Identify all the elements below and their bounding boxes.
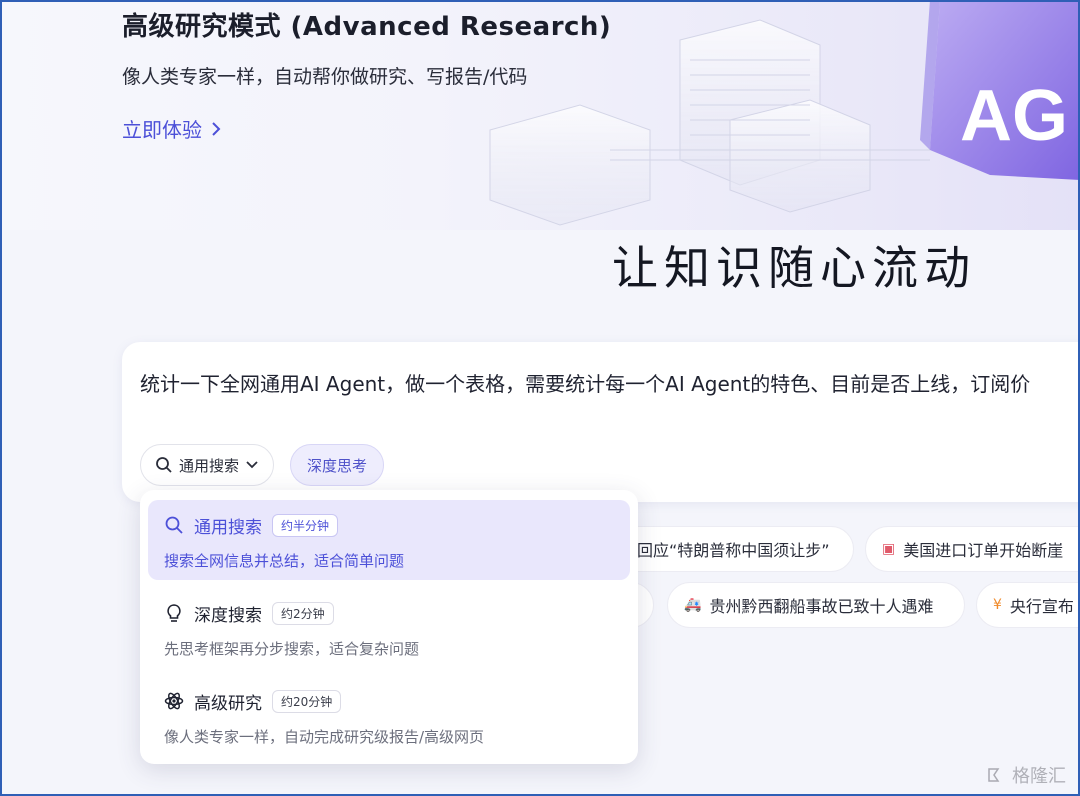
chevron-right-icon — [212, 121, 221, 136]
option-advanced-research[interactable]: 高级研究 约20分钟 像人类专家一样，自动完成研究级报告/高级网页 — [148, 676, 630, 756]
option-time-badge: 约20分钟 — [272, 689, 342, 713]
deep-thinking-button[interactable]: 深度思考 — [290, 444, 385, 486]
option-time-badge: 约半分钟 — [272, 513, 339, 537]
money-icon: ¥ — [993, 597, 1002, 613]
trending-chip[interactable]: ¥ 央行宣布 — [976, 582, 1080, 628]
search-mode-dropdown: 通用搜索 约半分钟 搜索全网信息并总结，适合简单问题 深度搜索 约2分钟 先思考… — [140, 490, 638, 764]
page-title: 让知识随心流动 — [612, 241, 976, 295]
try-now-label: 立即体验 — [122, 118, 202, 142]
search-mode-label: 通用搜索 — [179, 456, 240, 475]
search-icon — [164, 515, 184, 535]
option-name: 通用搜索 — [194, 517, 262, 538]
trending-chip[interactable]: 🚑 贵州黔西翻船事故已致十人遇难 — [667, 582, 965, 628]
hero-art-text: AG — [960, 76, 1068, 156]
try-now-link[interactable]: 立即体验 — [122, 114, 222, 143]
chevron-down-icon — [246, 461, 258, 469]
news-icon: ▣ — [882, 541, 896, 557]
lightbulb-icon — [164, 603, 184, 623]
hero-title: 高级研究模式 (Advanced Research) — [122, 12, 612, 42]
option-name: 高级研究 — [194, 693, 262, 714]
query-input[interactable]: 统计一下全网通用AI Agent，做一个表格，需要统计每一个AI Agent的特… — [140, 368, 1080, 397]
query-card: 统计一下全网通用AI Agent，做一个表格，需要统计每一个AI Agent的特… — [122, 342, 1080, 502]
ambulance-icon: 🚑 — [684, 597, 702, 613]
option-time-badge: 约2分钟 — [272, 601, 334, 625]
search-mode-select[interactable]: 通用搜索 — [140, 444, 275, 486]
watermark-text: 格隆汇 — [1012, 766, 1066, 787]
deep-thinking-label: 深度思考 — [307, 456, 368, 475]
watermark: 格隆汇 — [986, 762, 1066, 788]
option-name: 深度搜索 — [194, 605, 262, 626]
option-description: 搜索全网信息并总结，适合简单问题 — [164, 552, 405, 570]
hero-banner: AG 高级研究模式 (Advanced Research) 像人类专家一样，自动… — [0, 0, 1080, 230]
trending-chip[interactable]: ▣ 美国进口订单开始断崖 — [865, 526, 1080, 572]
watermark-logo-icon — [988, 768, 1000, 782]
hero-subtitle: 像人类专家一样，自动帮你做研究、写报告/代码 — [122, 66, 528, 88]
search-icon — [156, 457, 172, 473]
option-deep-search[interactable]: 深度搜索 约2分钟 先思考框架再分步搜索，适合复杂问题 — [148, 588, 630, 668]
option-description: 像人类专家一样，自动完成研究级报告/高级网页 — [164, 728, 485, 746]
atom-icon — [164, 691, 184, 711]
option-general-search[interactable]: 通用搜索 约半分钟 搜索全网信息并总结，适合简单问题 — [148, 500, 630, 580]
option-description: 先思考框架再分步搜索，适合复杂问题 — [164, 640, 420, 658]
